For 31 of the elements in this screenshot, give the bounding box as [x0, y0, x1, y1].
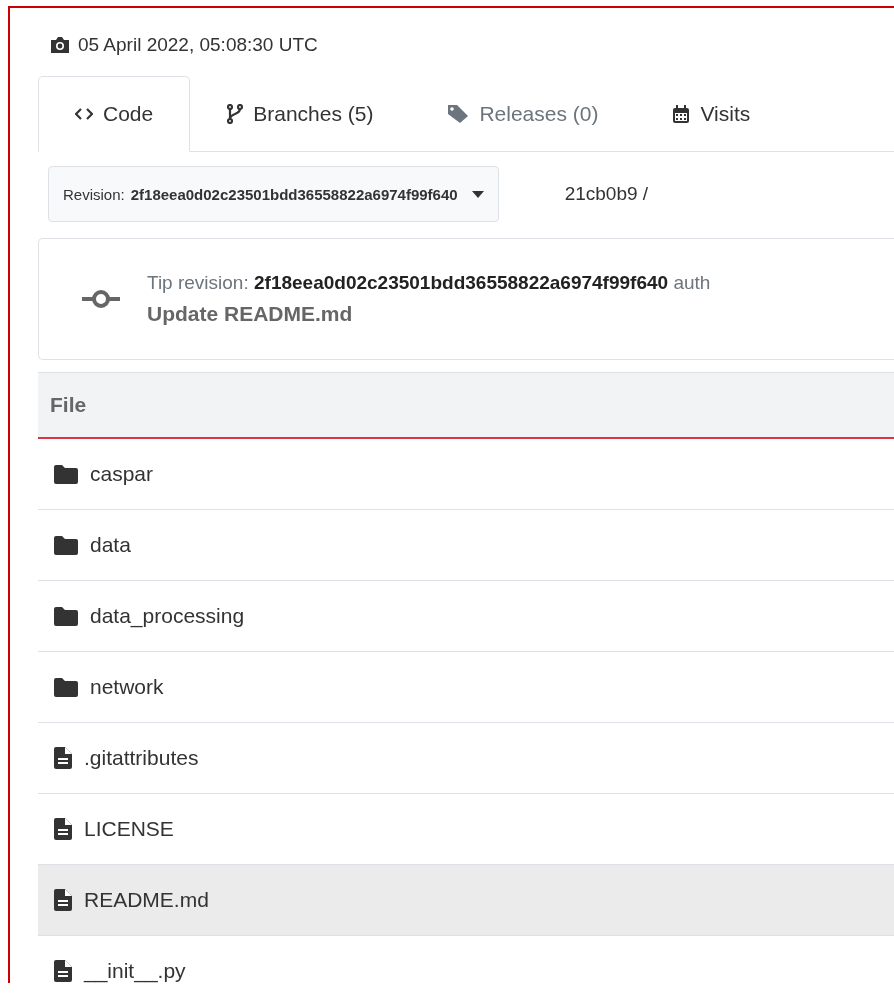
revision-dropdown[interactable]: Revision: 2f18eea0d02c23501bdd36558822a6974f99f640: [48, 166, 499, 222]
commit-icon: [81, 288, 121, 310]
file-icon: [54, 747, 72, 769]
file-icon: [54, 889, 72, 911]
tab[interactable]: Branches (5): [190, 76, 411, 152]
commit-message: Update README.md: [147, 302, 354, 326]
breadcrumb: 21cb0b9 /: [564, 183, 649, 205]
file-row[interactable]: .gitattributes: [38, 723, 894, 794]
file-row[interactable]: __init__.py: [38, 936, 894, 983]
folder-icon: [54, 535, 78, 555]
file-row[interactable]: network: [38, 652, 894, 723]
camera-icon: [50, 36, 70, 54]
tab[interactable]: Visits: [635, 76, 788, 152]
folder-icon: [54, 606, 78, 626]
file-icon: [54, 960, 72, 982]
tip-revision: Tip revision: 2f18eea0d02c23501bdd36558822a6974f99f640 auth: [147, 272, 711, 294]
column-header: File: [50, 393, 87, 417]
file-row[interactable]: data: [38, 510, 894, 581]
calendar-icon: [672, 104, 691, 124]
branch-icon: [227, 104, 244, 124]
snapshot-date: 05 April 2022, 05:08:30 UTC: [78, 34, 318, 56]
file-icon: [54, 818, 72, 840]
file-row[interactable]: data_processing: [38, 581, 894, 652]
tab[interactable]: Code: [38, 76, 191, 152]
file-row[interactable]: README.md: [38, 865, 894, 936]
code-icon: [75, 107, 93, 121]
caret-icon: [471, 190, 484, 198]
file-row[interactable]: caspar: [38, 439, 894, 510]
folder-icon: [54, 677, 78, 697]
tag-icon: [447, 104, 470, 124]
folder-icon: [54, 464, 78, 484]
